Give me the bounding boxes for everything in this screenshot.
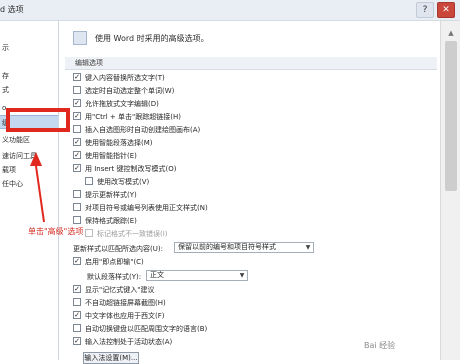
checkbox[interactable] bbox=[73, 125, 81, 133]
option-label: 使用智能段落选择(M) bbox=[85, 139, 153, 147]
option-ime-control[interactable]: ✓ 输入法控制处于活动状态(A) bbox=[73, 337, 172, 349]
sidebar-item-format[interactable]: 式 bbox=[0, 83, 58, 97]
option-drawing-canvas[interactable]: 插入自选图形时自动创建绘图画布(A) bbox=[73, 125, 200, 137]
option-label: 中文字体也应用于西文(F) bbox=[85, 312, 165, 320]
update-style-value: 保留以前的编号和项目符号样式 bbox=[178, 243, 276, 251]
option-chinese-font-western[interactable]: ✓ 中文字体也应用于西文(F) bbox=[73, 311, 165, 323]
option-label: 用 Insert 键控制改写模式(O) bbox=[85, 165, 177, 173]
sidebar-item-trust-center[interactable]: 任中心 bbox=[0, 177, 58, 191]
checkbox[interactable]: ✓ bbox=[73, 112, 81, 120]
checkbox[interactable] bbox=[73, 324, 81, 332]
checkbox[interactable]: ✓ bbox=[73, 99, 81, 107]
update-style-label: 更新样式以匹配所选内容(U): bbox=[73, 245, 163, 253]
checkbox[interactable] bbox=[73, 216, 81, 224]
checkbox[interactable]: ✓ bbox=[73, 73, 81, 81]
scroll-up-icon[interactable]: ▲ bbox=[441, 27, 460, 39]
option-label: 选定时自动选定整个单词(W) bbox=[85, 87, 175, 95]
option-no-hyperlink-screenshot[interactable]: 不自动超链接屏幕截图(H) bbox=[73, 298, 166, 310]
option-ctrl-click[interactable]: ✓ 用"Ctrl + 单击"跟踪超链接(H) bbox=[73, 112, 181, 124]
option-mark-inconsistencies[interactable]: 标记格式不一致错误(I) bbox=[85, 229, 168, 241]
default-paragraph-value: 正文 bbox=[150, 271, 164, 279]
checkbox[interactable]: ✓ bbox=[73, 285, 81, 293]
settings-icon bbox=[73, 31, 87, 45]
chevron-down-icon: ▼ bbox=[305, 244, 311, 251]
option-label: 键入内容替换所选文字(T) bbox=[85, 74, 165, 82]
checkbox[interactable] bbox=[85, 177, 93, 185]
checkbox[interactable]: ✓ bbox=[73, 337, 81, 345]
option-label: 输入法控制处于活动状态(A) bbox=[85, 338, 173, 346]
checkbox[interactable]: ✓ bbox=[73, 311, 81, 319]
option-click-and-type[interactable]: ✓ 启用"即点即输"(C) bbox=[73, 257, 144, 269]
scrollbar-thumb[interactable] bbox=[445, 41, 457, 191]
watermark: Bai 经验 bbox=[364, 341, 396, 350]
option-label: 使用改写模式(V) bbox=[97, 178, 150, 186]
checkbox[interactable] bbox=[73, 190, 81, 198]
checkbox[interactable]: ✓ bbox=[73, 151, 81, 159]
option-select-whole-word[interactable]: 选定时自动选定整个单词(W) bbox=[73, 86, 174, 98]
sidebar-item-display[interactable]: 示 bbox=[0, 41, 58, 55]
option-autocomplete[interactable]: ✓ 显示"记忆式键入"建议 bbox=[73, 285, 154, 297]
option-insert-key[interactable]: ✓ 用 Insert 键控制改写模式(O) bbox=[73, 164, 177, 176]
option-drag-drop[interactable]: ✓ 允许拖放式文字编辑(D) bbox=[73, 99, 159, 111]
section-editing: 编辑选项 bbox=[65, 57, 437, 70]
default-paragraph-label: 默认段落样式(Y): bbox=[87, 273, 142, 281]
option-normal-style-lists[interactable]: 对项目符号或编号列表使用正文样式(N) bbox=[73, 203, 208, 215]
options-panel: 使用 Word 时采用的高级选项。 编辑选项 ✓ 键入内容替换所选文字(T) 选定… bbox=[59, 21, 440, 364]
option-label: 允许拖放式文字编辑(D) bbox=[85, 100, 159, 108]
checkbox[interactable]: ✓ bbox=[73, 257, 81, 265]
option-smart-cursor[interactable]: ✓ 使用智能指针(E) bbox=[73, 151, 137, 163]
sidebar-item-addins[interactable]: 载项 bbox=[0, 163, 58, 177]
option-label: 使用智能指针(E) bbox=[85, 152, 137, 160]
title-bar: d 选项 ? ✕ bbox=[0, 0, 460, 21]
window-title: d 选项 bbox=[0, 5, 24, 14]
option-label: 对项目符号或编号列表使用正文样式(N) bbox=[85, 204, 208, 212]
checkbox[interactable] bbox=[73, 203, 81, 211]
checkbox[interactable] bbox=[73, 86, 81, 94]
option-label: 标记格式不一致错误(I) bbox=[97, 230, 168, 238]
option-label: 用"Ctrl + 单击"跟踪超链接(H) bbox=[85, 113, 181, 121]
option-label: 提示更新样式(Y) bbox=[85, 191, 137, 199]
option-label: 插入自选图形时自动创建绘图画布(A) bbox=[85, 126, 201, 134]
checkbox[interactable] bbox=[85, 229, 93, 237]
option-label: 保持格式跟踪(E) bbox=[85, 217, 137, 225]
option-typing-replaces[interactable]: ✓ 键入内容替换所选文字(T) bbox=[73, 73, 165, 85]
chevron-down-icon: ▼ bbox=[239, 272, 245, 279]
update-style-select[interactable]: 保留以前的编号和项目符号样式 ▼ bbox=[174, 242, 314, 253]
vertical-scrollbar[interactable]: ▲ bbox=[440, 21, 460, 360]
option-label: 显示"记忆式键入"建议 bbox=[85, 286, 155, 294]
option-label: 启用"即点即输"(C) bbox=[85, 258, 144, 266]
sidebar-item-customize-ribbon[interactable]: 义功能区 bbox=[0, 133, 58, 147]
checkbox[interactable]: ✓ bbox=[73, 164, 81, 172]
option-label: 不自动超链接屏幕截图(H) bbox=[85, 299, 166, 307]
ime-settings-button[interactable]: 输入法设置(M)... bbox=[83, 352, 139, 364]
default-paragraph-select[interactable]: 正文 ▼ bbox=[146, 270, 248, 281]
close-button[interactable]: ✕ bbox=[437, 2, 455, 18]
checkbox[interactable]: ✓ bbox=[73, 138, 81, 146]
sidebar-item-quick-access[interactable]: 速访问工具 bbox=[0, 149, 58, 163]
page-title: 使用 Word 时采用的高级选项。 bbox=[95, 34, 209, 43]
option-label: 自动切换键盘以匹配周围文字的语言(B) bbox=[85, 325, 208, 333]
option-keep-track-formatting[interactable]: 保持格式跟踪(E) bbox=[73, 216, 137, 228]
option-prompt-update-style[interactable]: 提示更新样式(Y) bbox=[73, 190, 137, 202]
help-button[interactable]: ? bbox=[416, 2, 434, 18]
sidebar-item-save[interactable]: 存 bbox=[0, 69, 58, 83]
checkbox[interactable] bbox=[73, 298, 81, 306]
option-auto-keyboard-switch[interactable]: 自动切换键盘以匹配周围文字的语言(B) bbox=[73, 324, 207, 336]
option-overtype[interactable]: 使用改写模式(V) bbox=[85, 177, 149, 189]
option-smart-paragraph[interactable]: ✓ 使用智能段落选择(M) bbox=[73, 138, 153, 150]
sidebar: 示 存 式 o 级 义功能区 速访问工具 载项 任中心 bbox=[0, 21, 59, 360]
